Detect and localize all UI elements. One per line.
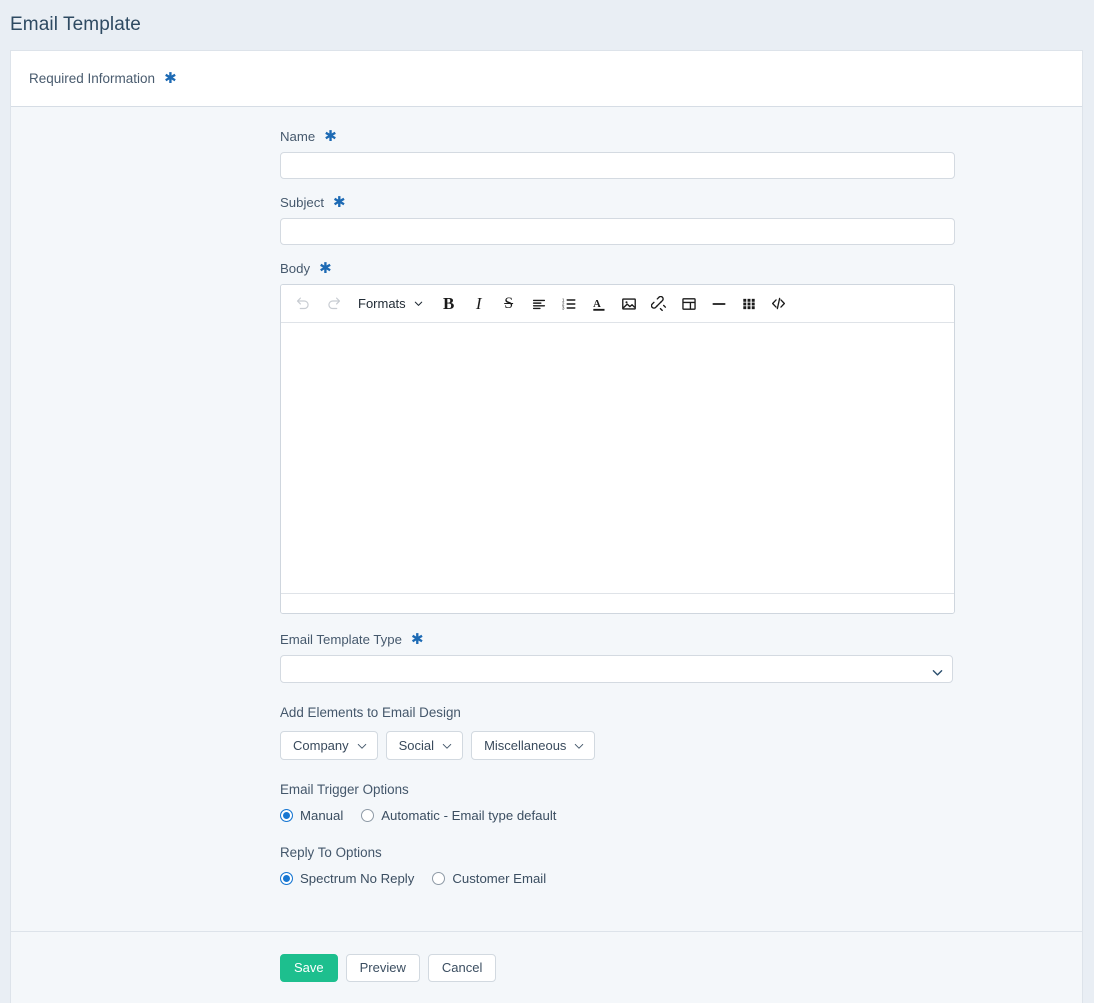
cancel-button[interactable]: Cancel bbox=[428, 954, 496, 982]
italic-icon[interactable]: I bbox=[465, 290, 493, 318]
rich-text-editor: Formats B I bbox=[280, 284, 955, 614]
radio-indicator[interactable] bbox=[432, 872, 445, 885]
email-template-type-label-row: Email Template Type ✱ bbox=[280, 632, 955, 647]
email-trigger-radio-row: Manual Automatic - Email type default bbox=[280, 808, 955, 823]
subject-label: Subject bbox=[280, 195, 324, 210]
email-template-card: Required Information ✱ Name ✱ Subject ✱ bbox=[10, 50, 1083, 1003]
subject-label-row: Subject ✱ bbox=[280, 195, 955, 210]
tab-required-information[interactable]: Required Information ✱ bbox=[27, 67, 179, 90]
required-asterisk-icon: ✱ bbox=[319, 261, 332, 276]
radio-option-manual[interactable]: Manual bbox=[280, 808, 343, 823]
radio-option-automatic-label: Automatic - Email type default bbox=[381, 808, 556, 823]
reply-to-options-label: Reply To Options bbox=[280, 845, 955, 860]
editor-content-area[interactable] bbox=[281, 323, 954, 593]
formats-label: Formats bbox=[358, 296, 406, 311]
strikethrough-icon[interactable]: S bbox=[495, 290, 523, 318]
card-footer: Save Preview Cancel bbox=[11, 931, 1082, 1003]
preview-button[interactable]: Preview bbox=[346, 954, 420, 982]
chevron-down-icon bbox=[442, 738, 452, 753]
field-body: Body ✱ bbox=[280, 261, 955, 614]
name-label-row: Name ✱ bbox=[280, 129, 955, 144]
company-dropdown-button[interactable]: Company bbox=[280, 731, 378, 760]
miscellaneous-dropdown-label: Miscellaneous bbox=[484, 738, 566, 753]
chevron-down-icon bbox=[357, 738, 367, 753]
body-label-row: Body ✱ bbox=[280, 261, 955, 276]
editor-toolbar: Formats B I bbox=[281, 285, 954, 323]
add-elements-button-row: Company Social Miscellaneous bbox=[280, 731, 955, 760]
email-trigger-options-label: Email Trigger Options bbox=[280, 782, 955, 797]
radio-indicator[interactable] bbox=[361, 809, 374, 822]
radio-option-automatic[interactable]: Automatic - Email type default bbox=[361, 808, 556, 823]
svg-text:A: A bbox=[593, 299, 601, 310]
section-email-trigger-options: Email Trigger Options Manual Automatic -… bbox=[280, 782, 955, 823]
required-asterisk-icon: ✱ bbox=[333, 195, 346, 210]
redo-icon[interactable] bbox=[319, 290, 347, 318]
section-reply-to-options: Reply To Options Spectrum No Reply Custo… bbox=[280, 845, 955, 886]
email-template-type-select-wrap bbox=[280, 655, 953, 683]
required-asterisk-icon: ✱ bbox=[164, 71, 177, 86]
table-icon[interactable] bbox=[735, 290, 763, 318]
bold-icon[interactable]: B bbox=[435, 290, 463, 318]
svg-text:3: 3 bbox=[562, 305, 565, 310]
formats-dropdown[interactable]: Formats bbox=[349, 290, 431, 318]
tab-strip: Required Information ✱ bbox=[11, 51, 1082, 107]
save-button[interactable]: Save bbox=[280, 954, 338, 982]
email-template-type-label: Email Template Type bbox=[280, 632, 402, 647]
reply-to-radio-row: Spectrum No Reply Customer Email bbox=[280, 871, 955, 886]
chevron-down-icon bbox=[574, 738, 584, 753]
unlink-icon[interactable] bbox=[645, 290, 673, 318]
section-add-elements: Add Elements to Email Design Company Soc… bbox=[280, 705, 955, 760]
page-header: Email Template bbox=[0, 0, 1094, 50]
add-elements-label: Add Elements to Email Design bbox=[280, 705, 955, 720]
radio-option-manual-label: Manual bbox=[300, 808, 343, 823]
template-icon[interactable] bbox=[675, 290, 703, 318]
chevron-down-icon bbox=[413, 298, 424, 309]
miscellaneous-dropdown-button[interactable]: Miscellaneous bbox=[471, 731, 595, 760]
radio-option-customer-email-label: Customer Email bbox=[452, 871, 546, 886]
image-icon[interactable] bbox=[615, 290, 643, 318]
company-dropdown-label: Company bbox=[293, 738, 349, 753]
radio-option-customer-email[interactable]: Customer Email bbox=[432, 871, 546, 886]
required-asterisk-icon: ✱ bbox=[324, 129, 337, 144]
undo-icon[interactable] bbox=[289, 290, 317, 318]
field-email-template-type: Email Template Type ✱ bbox=[280, 632, 955, 683]
subject-input[interactable] bbox=[280, 218, 955, 245]
numbered-list-icon[interactable]: 1 2 3 bbox=[555, 290, 583, 318]
align-left-icon[interactable] bbox=[525, 290, 553, 318]
social-dropdown-label: Social bbox=[399, 738, 434, 753]
social-dropdown-button[interactable]: Social bbox=[386, 731, 463, 760]
field-name: Name ✱ bbox=[280, 129, 955, 179]
form-body: Name ✱ Subject ✱ Body ✱ bbox=[11, 107, 1082, 931]
source-code-icon[interactable] bbox=[765, 290, 793, 318]
name-label: Name bbox=[280, 129, 315, 144]
radio-indicator[interactable] bbox=[280, 872, 293, 885]
required-asterisk-icon: ✱ bbox=[411, 632, 424, 647]
radio-option-spectrum-no-reply[interactable]: Spectrum No Reply bbox=[280, 871, 414, 886]
email-template-type-select[interactable] bbox=[280, 655, 953, 683]
body-label: Body bbox=[280, 261, 310, 276]
text-color-icon[interactable]: A bbox=[585, 290, 613, 318]
radio-option-spectrum-no-reply-label: Spectrum No Reply bbox=[300, 871, 414, 886]
field-subject: Subject ✱ bbox=[280, 195, 955, 245]
name-input[interactable] bbox=[280, 152, 955, 179]
tab-label: Required Information bbox=[29, 71, 155, 86]
editor-status-bar bbox=[281, 593, 954, 613]
horizontal-rule-icon[interactable] bbox=[705, 290, 733, 318]
radio-indicator[interactable] bbox=[280, 809, 293, 822]
page-title: Email Template bbox=[10, 14, 141, 36]
